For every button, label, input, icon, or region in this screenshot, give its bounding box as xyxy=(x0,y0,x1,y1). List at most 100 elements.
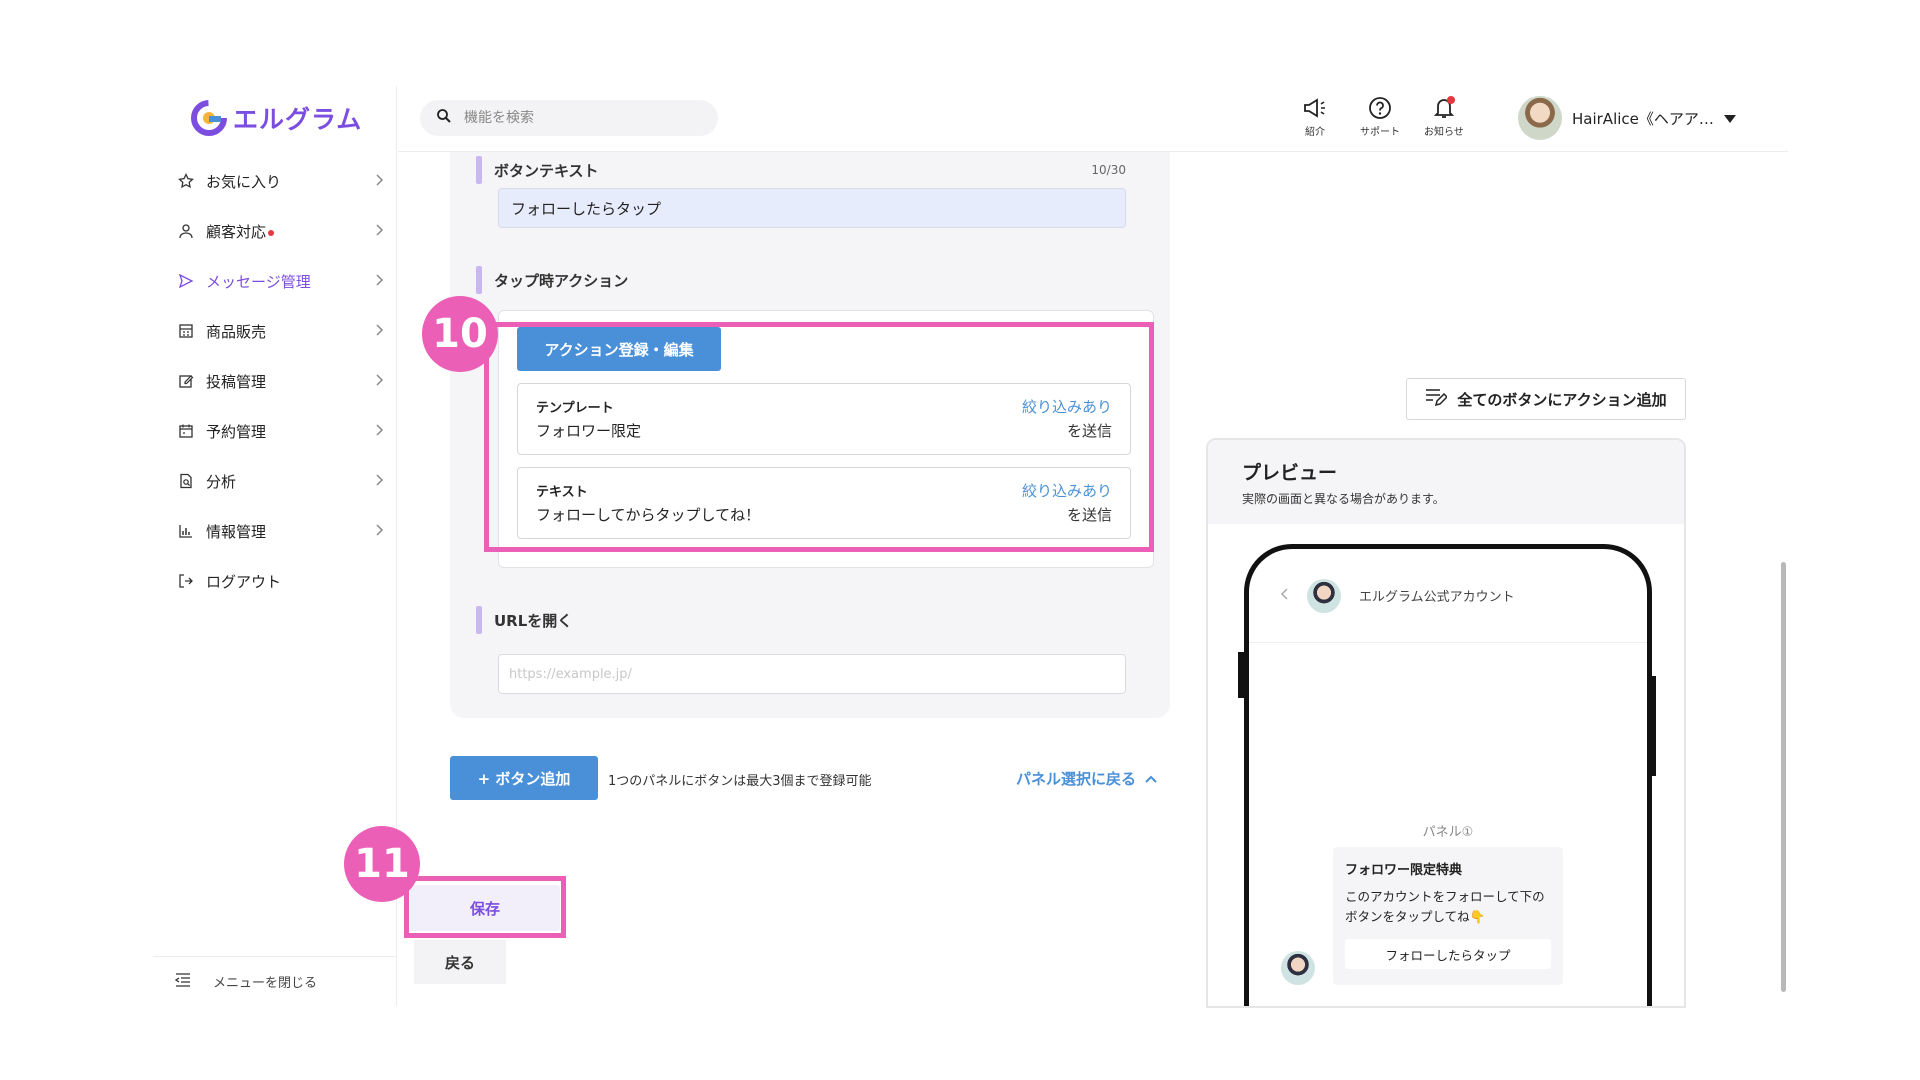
back-to-panel-link[interactable]: パネル選択に戻る xyxy=(1016,768,1158,789)
chevron-right-icon xyxy=(375,223,385,241)
top-header: 紹介 サポート お知らせ HairAlice《ヘアア… xyxy=(398,86,1788,152)
report-icon xyxy=(176,471,196,491)
url-heading: URLを開く xyxy=(476,606,572,634)
sidebar-item-label: 情報管理 xyxy=(206,522,267,541)
button-text-field[interactable]: フォローしたらタップ xyxy=(498,188,1126,228)
sidebar-item-label: メッセージ管理 xyxy=(206,272,311,291)
heading-label: URLを開く xyxy=(494,611,573,630)
chevron-right-icon xyxy=(375,523,385,541)
panel-label: パネル① xyxy=(1422,825,1474,840)
chevron-left-icon xyxy=(1279,587,1289,605)
notifications-button[interactable]: お知らせ xyxy=(1424,96,1464,138)
account-avatar xyxy=(1307,578,1341,613)
sidebar-item-label: 投稿管理 xyxy=(206,372,267,391)
phone-side-button xyxy=(1238,652,1244,698)
add-action-all-label: 全てのボタンにアクション追加 xyxy=(1457,390,1667,409)
button-text-value: フォローしたらタップ xyxy=(511,199,662,218)
menu-close-label: メニューを閉じる xyxy=(213,976,318,991)
chat-avatar xyxy=(1281,951,1315,985)
add-button-note: 1つのパネルにボタンは最大3個まで登録可能 xyxy=(608,774,872,789)
sidebar-item-customer[interactable]: 顧客対応 xyxy=(153,206,397,256)
megaphone-icon xyxy=(1302,96,1328,120)
sidebar-item-posts[interactable]: 投稿管理 xyxy=(153,356,397,406)
intro-label: 紹介 xyxy=(1305,127,1325,138)
add-action-all-buttons[interactable]: 全てのボタンにアクション追加 xyxy=(1406,378,1686,420)
step-badge: 10 xyxy=(422,296,498,372)
notification-dot xyxy=(1446,96,1455,104)
list-edit-icon xyxy=(1425,387,1449,411)
chevron-right-icon xyxy=(375,473,385,491)
bell-icon xyxy=(1431,96,1457,120)
section-marker xyxy=(476,266,482,294)
back-to-panel-label: パネル選択に戻る xyxy=(1016,770,1137,788)
edit-icon xyxy=(176,371,196,391)
sidebar-item-label: お気に入り xyxy=(206,172,282,191)
card-button-label: フォローしたらタップ xyxy=(1385,947,1511,963)
sidebar-item-label: 分析 xyxy=(206,472,237,491)
chevron-right-icon xyxy=(375,273,385,291)
logout-icon xyxy=(176,571,196,591)
card-title: フォロワー限定特典 xyxy=(1345,863,1463,878)
chevron-right-icon xyxy=(375,373,385,391)
sidebar-item-info[interactable]: 情報管理 xyxy=(153,506,397,556)
card-body: このアカウントをフォローして下のボタンをタップしてね👇 xyxy=(1345,889,1545,924)
sidebar-item-logout[interactable]: ログアウト xyxy=(153,556,397,606)
app-logo[interactable]: エルグラム xyxy=(191,100,362,136)
logo-icon xyxy=(191,100,227,136)
sidebar-item-messages[interactable]: メッセージ管理 xyxy=(153,256,397,306)
preview-header: プレビュー 実際の画面と異なる場合があります。 xyxy=(1208,440,1684,524)
heading-label: タップ時アクション xyxy=(494,271,629,290)
back-button[interactable]: 戻る xyxy=(414,940,506,984)
add-button[interactable]: + ボタン追加 xyxy=(450,756,598,800)
chevron-right-icon xyxy=(375,173,385,191)
menu-close-button[interactable]: メニューを閉じる xyxy=(153,956,397,1006)
preview-title: プレビュー xyxy=(1242,462,1338,484)
support-button[interactable]: サポート xyxy=(1360,96,1400,138)
sidebar-item-sales[interactable]: 商品販売 xyxy=(153,306,397,356)
user-name: HairAlice《ヘアア… xyxy=(1572,109,1714,128)
phone-mockup: エルグラム公式アカウント パネル① フォロワー限定特典 このアカウントをフォロー… xyxy=(1244,544,1652,1006)
sidebar-item-label: 商品販売 xyxy=(206,322,267,341)
avatar xyxy=(1518,96,1562,140)
sidebar-item-reservations[interactable]: 予約管理 xyxy=(153,406,397,456)
sidebar-item-favorites[interactable]: お気に入り xyxy=(153,156,397,206)
register-icon xyxy=(176,321,196,341)
chat-header: エルグラム公式アカウント xyxy=(1249,549,1647,643)
button-text-heading: ボタンテキスト xyxy=(476,156,599,184)
intro-button[interactable]: 紹介 xyxy=(1302,96,1328,138)
card-button[interactable]: フォローしたらタップ xyxy=(1345,939,1551,969)
highlight-box xyxy=(404,876,566,938)
help-icon xyxy=(1367,96,1393,120)
notice-label: お知らせ xyxy=(1424,127,1464,138)
calendar-icon xyxy=(176,421,196,441)
user-menu[interactable]: HairAlice《ヘアア… xyxy=(1518,96,1736,140)
search-icon xyxy=(436,108,452,128)
url-placeholder: https://example.jp/ xyxy=(509,666,632,682)
sidebar-item-label: 予約管理 xyxy=(206,422,267,441)
scrollbar[interactable] xyxy=(1781,562,1786,992)
sidebar-item-analytics[interactable]: 分析 xyxy=(153,456,397,506)
chevron-right-icon xyxy=(375,423,385,441)
notification-dot xyxy=(268,229,275,236)
chevron-up-icon xyxy=(1144,770,1158,788)
preview-subtitle: 実際の画面と異なる場合があります。 xyxy=(1242,492,1445,506)
message-card: フォロワー限定特典 このアカウントをフォローして下のボタンをタップしてね👇 フォ… xyxy=(1333,847,1563,985)
bar-chart-icon xyxy=(176,521,196,541)
search-input[interactable] xyxy=(464,110,694,126)
support-label: サポート xyxy=(1360,127,1400,138)
step-badge: 11 xyxy=(344,826,420,902)
sidebar-item-label: ログアウト xyxy=(206,572,282,591)
highlight-box xyxy=(484,322,1154,552)
section-marker xyxy=(476,606,482,634)
menu-collapse-icon xyxy=(174,972,191,991)
phone-side-button xyxy=(1650,676,1656,776)
search-box[interactable] xyxy=(420,100,718,136)
caret-down-icon xyxy=(1723,109,1736,127)
star-icon xyxy=(176,171,196,191)
url-field[interactable]: https://example.jp/ xyxy=(498,654,1126,694)
heading-label: ボタンテキスト xyxy=(494,161,599,180)
account-name: エルグラム公式アカウント xyxy=(1359,590,1515,605)
logo-text: エルグラム xyxy=(233,105,363,134)
tap-action-heading: タップ時アクション xyxy=(476,266,628,294)
sidebar-nav: お気に入り 顧客対応 メッセージ管理 商品販売 投稿管理 予約管理 分析 情報管… xyxy=(153,156,397,606)
